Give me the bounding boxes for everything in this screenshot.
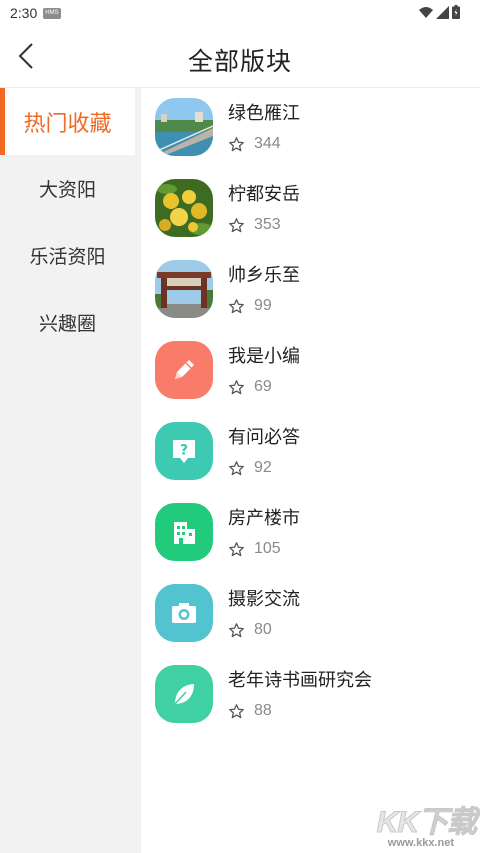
forum-name: 有问必答 (228, 427, 300, 448)
star-outline-icon[interactable] (228, 298, 245, 315)
category-label: 热门收藏 (23, 111, 112, 137)
star-outline-icon[interactable] (228, 379, 245, 396)
lemon-photo-icon (155, 179, 213, 237)
category-interest-circle[interactable]: 兴趣圈 (0, 289, 135, 356)
status-icons (419, 5, 460, 19)
battery-icon (452, 5, 460, 19)
category-da-ziyang[interactable]: 大资阳 (0, 155, 135, 222)
forum-item[interactable]: 绿色雁江 344 (141, 88, 480, 169)
question-bubble-icon: ? (155, 422, 213, 480)
category-lehuo-ziyang[interactable]: 乐活资阳 (0, 222, 135, 289)
forum-item[interactable]: 摄影交流 80 (141, 574, 480, 655)
category-label: 乐活资阳 (29, 246, 106, 268)
bridge-photo-icon (155, 98, 213, 156)
favorite-count-value: 69 (254, 378, 272, 395)
building-icon (155, 503, 213, 561)
favorite-count-value: 353 (254, 216, 281, 233)
favorite-count-value: 105 (254, 540, 281, 557)
forum-name: 绿色雁江 (228, 103, 300, 124)
forum-item[interactable]: 帅乡乐至 99 (141, 250, 480, 331)
forum-name: 我是小编 (228, 346, 300, 367)
favorite-count-value: 344 (254, 135, 281, 152)
forum-name: 房产楼市 (228, 508, 300, 529)
star-outline-icon[interactable] (228, 703, 245, 720)
gate-photo-icon (155, 260, 213, 318)
page-title: 全部版块 (187, 47, 292, 76)
favorite-count: 344 (228, 135, 281, 153)
forum-item[interactable]: 我是小编 69 (141, 331, 480, 412)
camera-icon (155, 584, 213, 642)
signal-icon (436, 5, 449, 19)
category-label: 兴趣圈 (38, 313, 96, 335)
favorite-count: 80 (228, 621, 272, 639)
category-hot-favorites[interactable]: 热门收藏 (0, 88, 135, 155)
header-bar: 全部版块 (0, 26, 480, 88)
status-bar: 2:30 HMS (0, 0, 480, 26)
star-outline-icon[interactable] (228, 217, 245, 234)
favorite-count-value: 80 (254, 621, 272, 638)
favorite-count-value: 88 (254, 702, 272, 719)
star-outline-icon[interactable] (228, 622, 245, 639)
leaf-icon (155, 665, 213, 723)
favorite-count: 88 (228, 702, 272, 720)
wifi-icon (419, 6, 433, 18)
forum-name: 老年诗书画研究会 (228, 670, 372, 691)
star-outline-icon[interactable] (228, 541, 245, 558)
star-outline-icon[interactable] (228, 460, 245, 477)
forum-list: 绿色雁江 344 柠都安岳 353 帅乡乐至 99 我是小编 69 ? 有问必答… (141, 88, 480, 736)
favorite-count: 69 (228, 378, 272, 396)
favorite-count: 353 (228, 216, 281, 234)
forum-item[interactable]: 房产楼市 105 (141, 493, 480, 574)
hms-badge: HMS (43, 7, 61, 19)
status-time: 2:30 (10, 5, 38, 21)
favorite-count-value: 92 (254, 459, 272, 476)
star-outline-icon[interactable] (228, 136, 245, 153)
forum-name: 柠都安岳 (228, 184, 300, 205)
favorite-count-value: 99 (254, 297, 272, 314)
favorite-count: 105 (228, 540, 281, 558)
category-sidebar: 热门收藏 大资阳 乐活资阳 兴趣圈 (0, 88, 141, 853)
forum-item[interactable]: ? 有问必答 92 (141, 412, 480, 493)
forum-name: 摄影交流 (228, 589, 300, 610)
favorite-count: 92 (228, 459, 272, 477)
favorite-count: 99 (228, 297, 272, 315)
forum-item[interactable]: 柠都安岳 353 (141, 169, 480, 250)
watermark-url: www.kkx.net (387, 837, 454, 849)
pencil-icon (155, 341, 213, 399)
category-label: 大资阳 (38, 179, 96, 201)
watermark: KK下载 www.kkx.net (356, 797, 477, 851)
forum-item[interactable]: 老年诗书画研究会 88 (141, 655, 480, 736)
watermark-logo: KK下载 (376, 806, 477, 840)
svg-text:?: ? (180, 443, 188, 459)
forum-name: 帅乡乐至 (228, 265, 300, 286)
